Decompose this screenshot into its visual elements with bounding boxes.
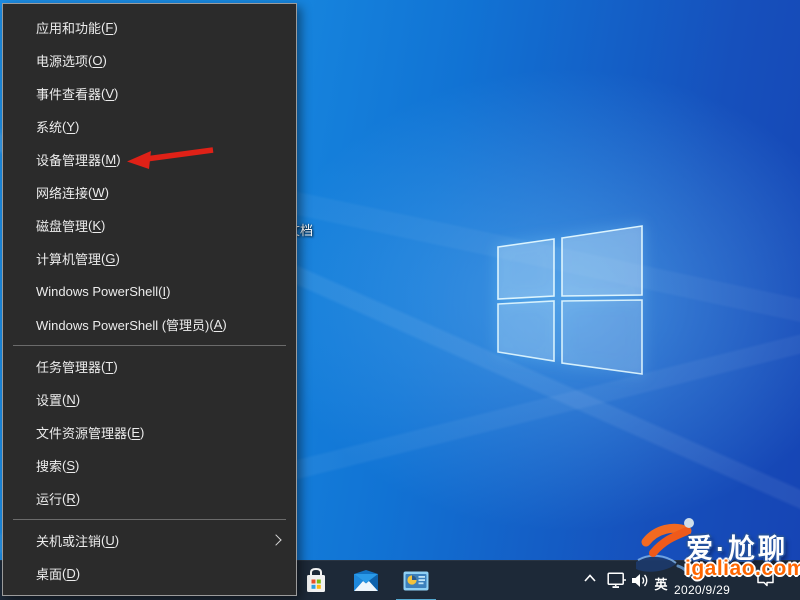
menu-item-apps-features[interactable]: 应用和功能F [3, 11, 296, 44]
tray-show-hidden-icons-button[interactable] [583, 573, 597, 583]
watermark-site: igaliao.com [685, 557, 800, 581]
menu-item-windows-powershell[interactable]: Windows PowerShellI [3, 275, 296, 308]
menu-item-network-connections[interactable]: 网络连接W [3, 176, 296, 209]
network-ethernet-icon [607, 572, 627, 589]
menu-item-event-viewer[interactable]: 事件查看器V [3, 77, 296, 110]
menu-separator [13, 345, 286, 346]
chevron-right-icon [270, 534, 281, 545]
menu-item-task-manager[interactable]: 任务管理器T [3, 350, 296, 383]
chevron-up-icon [583, 573, 597, 583]
menu-item-system[interactable]: 系统Y [3, 110, 296, 143]
annotation-arrow [118, 140, 223, 175]
windows-logo [490, 218, 650, 383]
menu-item-search[interactable]: 搜索S [3, 449, 296, 482]
menu-item-run[interactable]: 运行R [3, 482, 296, 515]
menu-item-computer-management[interactable]: 计算机管理G [3, 242, 296, 275]
winx-context-menu: 应用和功能F 电源选项O 事件查看器V 系统Y 设备管理器M 网络连接W 磁盘管… [2, 3, 297, 596]
menu-item-shutdown-signout[interactable]: 关机或注销U [3, 524, 296, 557]
menu-item-settings[interactable]: 设置N [3, 383, 296, 416]
menu-item-disk-management[interactable]: 磁盘管理K [3, 209, 296, 242]
menu-item-file-explorer[interactable]: 文件资源管理器E [3, 416, 296, 449]
menu-item-windows-powershell-admin[interactable]: Windows PowerShell (管理员)A [3, 308, 296, 341]
menu-separator [13, 519, 286, 520]
menu-item-desktop[interactable]: 桌面D [3, 557, 296, 590]
menu-item-power-options[interactable]: 电源选项O [3, 44, 296, 77]
tray-network-button[interactable] [607, 572, 627, 589]
